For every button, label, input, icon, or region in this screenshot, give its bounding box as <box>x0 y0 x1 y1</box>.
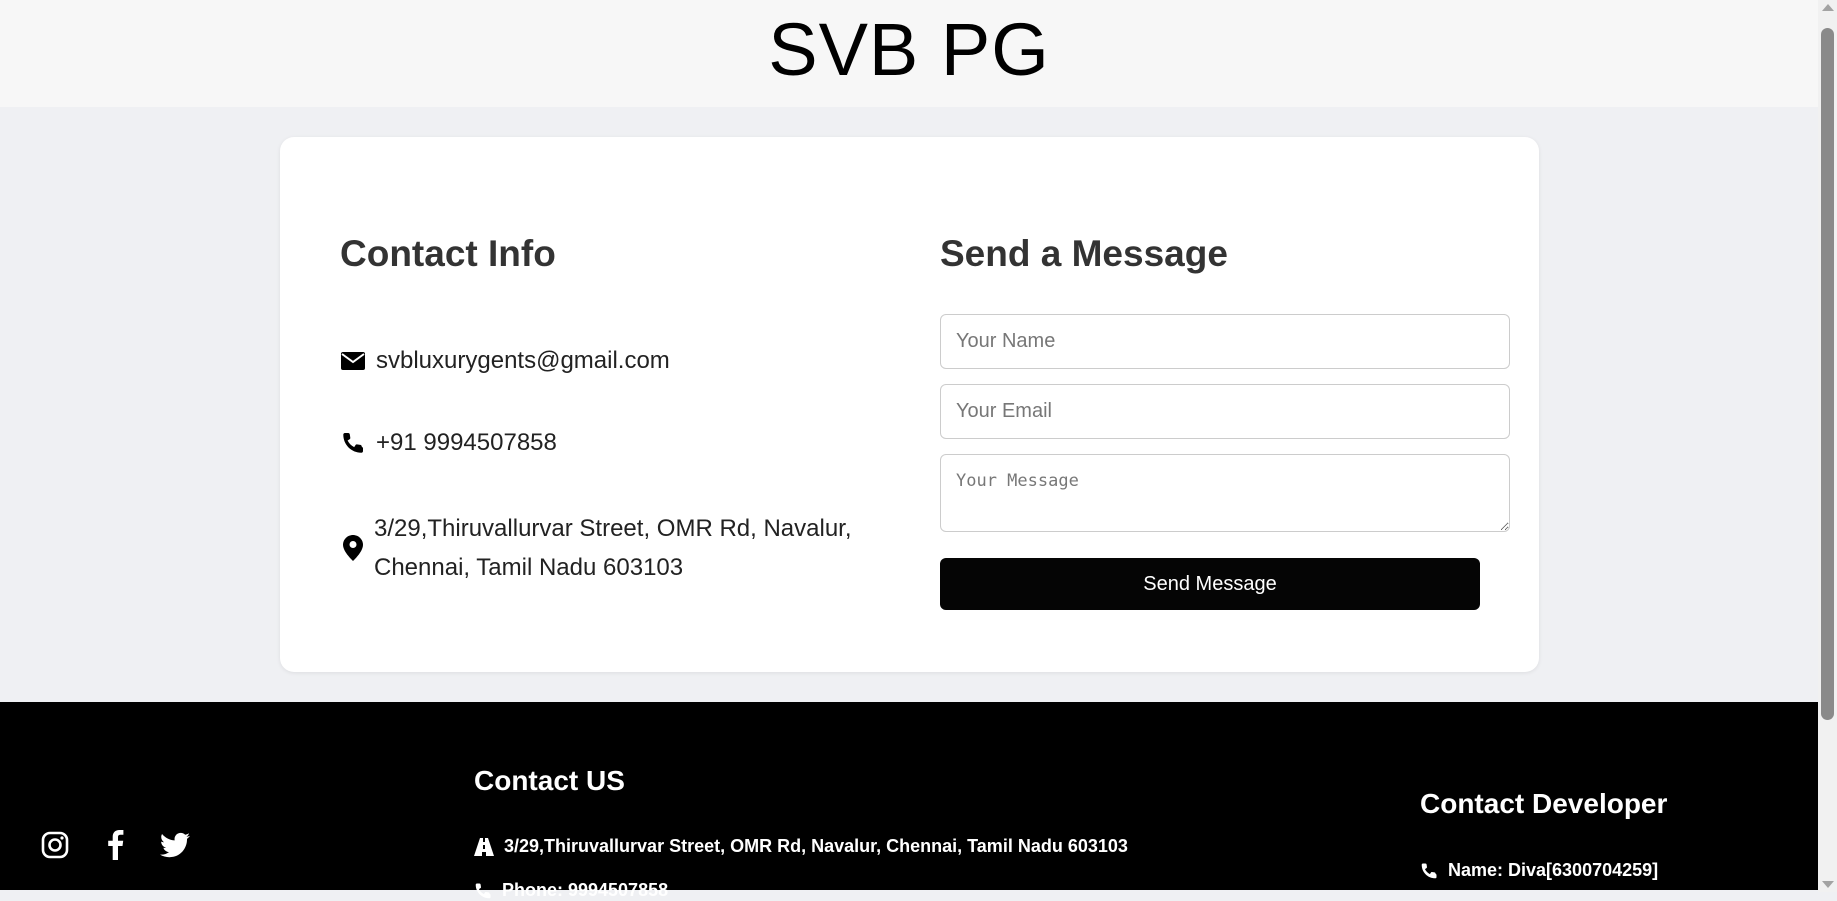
site-footer: Contact US 3/29,Thiruvallurvar Street, O… <box>0 702 1818 900</box>
send-message-heading: Send a Message <box>940 233 1228 274</box>
phone-icon <box>1420 862 1438 880</box>
road-icon <box>474 837 494 856</box>
footer-developer-row: Name: Diva[6300704259] <box>1420 860 1658 881</box>
footer-developer-title: Contact Developer <box>1420 788 1668 819</box>
vertical-scrollbar[interactable] <box>1818 0 1837 892</box>
phone-icon <box>340 430 366 456</box>
facebook-icon[interactable] <box>100 830 130 860</box>
map-pin-icon <box>340 535 366 561</box>
footer-developer-name: Name: Diva[6300704259] <box>1448 860 1659 880</box>
contact-address: 3/29,Thiruvallurvar Street, OMR Rd, Nava… <box>374 515 852 581</box>
message-textarea[interactable] <box>940 454 1510 532</box>
footer-address: 3/29,Thiruvallurvar Street, OMR Rd, Nava… <box>504 836 1128 856</box>
name-input[interactable] <box>940 314 1510 369</box>
contact-phone[interactable]: +91 9994507858 <box>376 429 557 457</box>
envelope-icon <box>340 348 366 374</box>
scroll-up-arrow-icon[interactable] <box>1822 4 1834 11</box>
contact-email-row: svbluxurygents@gmail.com <box>340 347 670 375</box>
twitter-icon[interactable] <box>160 830 190 860</box>
contact-phone-row: +91 9994507858 <box>340 429 557 457</box>
footer-address-row: 3/29,Thiruvallurvar Street, OMR Rd, Nava… <box>474 836 1128 857</box>
social-links <box>40 830 190 860</box>
contact-card: Contact Info svbluxurygents@gmail.com +9… <box>280 137 1539 672</box>
site-title: SVB PG <box>768 8 1050 91</box>
contact-address-row: 3/29,Thiruvallurvar Street, OMR Rd, Nava… <box>340 509 874 587</box>
instagram-icon[interactable] <box>40 830 70 860</box>
scroll-down-arrow-icon[interactable] <box>1822 881 1834 888</box>
site-header: SVB PG <box>0 0 1818 107</box>
contact-email[interactable]: svbluxurygents@gmail.com <box>376 347 670 375</box>
send-message-button[interactable]: Send Message <box>940 558 1480 610</box>
footer-phone-row: Phone: 9994507858 <box>474 880 668 901</box>
scrollbar-thumb[interactable] <box>1821 28 1834 720</box>
contact-info-heading: Contact Info <box>340 233 556 274</box>
footer-phone: Phone: 9994507858 <box>502 880 669 900</box>
footer-contact-title: Contact US <box>474 765 625 796</box>
phone-icon <box>474 882 492 900</box>
email-input[interactable] <box>940 384 1510 439</box>
